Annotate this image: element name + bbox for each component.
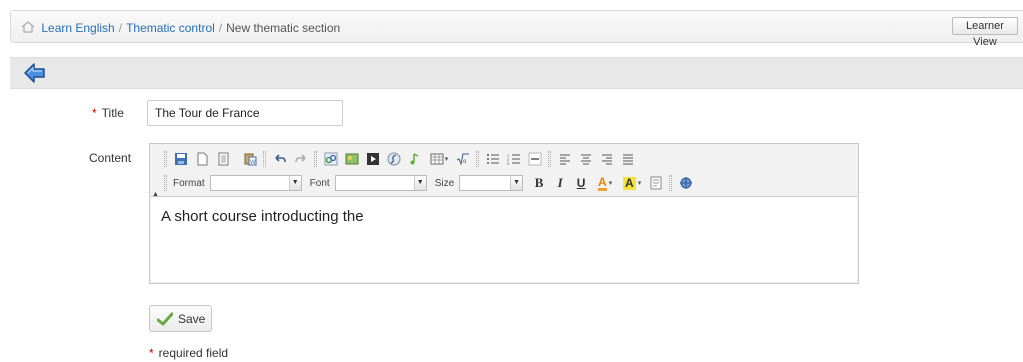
image-icon[interactable] bbox=[342, 149, 362, 169]
justify-icon[interactable] bbox=[618, 149, 638, 169]
svg-text:3: 3 bbox=[507, 161, 510, 166]
content-label: Content bbox=[89, 151, 132, 165]
chevron-down-icon: ▼ bbox=[510, 176, 523, 190]
chevron-down-icon: ▼ bbox=[413, 176, 426, 190]
learner-view-button[interactable]: Learner View bbox=[952, 17, 1018, 48]
breadcrumb-bar: Learn English / Thematic control / New thema… bbox=[10, 10, 1023, 43]
breadcrumb-separator: / bbox=[118, 21, 123, 35]
flash-icon[interactable] bbox=[384, 149, 404, 169]
source-icon[interactable] bbox=[646, 173, 666, 193]
background-color-button[interactable]: A ▾ bbox=[619, 173, 645, 193]
font-label: Font bbox=[309, 177, 330, 189]
align-right-icon[interactable] bbox=[597, 149, 617, 169]
bold-button[interactable]: B bbox=[529, 173, 549, 193]
editor-content-text: A short course introducting the bbox=[161, 208, 364, 225]
link-icon[interactable] bbox=[321, 149, 341, 169]
maximize-icon[interactable] bbox=[676, 173, 696, 193]
bulleted-list-icon[interactable] bbox=[483, 149, 503, 169]
table-icon[interactable]: ▾ bbox=[426, 149, 452, 169]
new-page-icon[interactable] bbox=[192, 149, 212, 169]
paste-word-icon[interactable]: W bbox=[240, 149, 260, 169]
action-bar bbox=[10, 57, 1023, 89]
math-formula-icon[interactable]: α bbox=[453, 149, 473, 169]
templates-icon[interactable] bbox=[213, 149, 233, 169]
save-icon[interactable] bbox=[171, 149, 191, 169]
format-select[interactable]: ▼ bbox=[209, 175, 302, 191]
text-color-icon: A bbox=[598, 174, 607, 191]
horizontal-rule-icon[interactable] bbox=[525, 149, 545, 169]
undo-icon[interactable] bbox=[270, 149, 290, 169]
svg-text:α: α bbox=[463, 159, 467, 165]
font-select[interactable]: ▼ bbox=[334, 175, 427, 191]
required-note-label: required field bbox=[158, 346, 229, 360]
required-marker: * bbox=[92, 106, 97, 120]
numbered-list-icon[interactable]: 123 bbox=[504, 149, 524, 169]
title-label: Title bbox=[101, 106, 124, 120]
save-label: Save bbox=[178, 311, 206, 326]
home-icon[interactable] bbox=[21, 21, 35, 33]
background-color-icon: A bbox=[623, 175, 636, 190]
redo-icon[interactable] bbox=[291, 149, 311, 169]
audio-icon[interactable] bbox=[405, 149, 425, 169]
required-marker: * bbox=[149, 346, 154, 360]
italic-button[interactable]: I bbox=[550, 173, 570, 193]
toolbar-grip bbox=[164, 151, 167, 167]
align-center-icon[interactable] bbox=[576, 149, 596, 169]
breadcrumb-separator: / bbox=[218, 21, 223, 35]
breadcrumb: Learn English / Thematic control / New thema… bbox=[21, 21, 340, 35]
title-label-row: * Title bbox=[92, 106, 124, 120]
chevron-down-icon: ▼ bbox=[288, 176, 301, 190]
rich-text-editor: W ▾ α 123 Format ▼ Font ▼ Size ▼ B I U A… bbox=[149, 143, 859, 284]
size-label: Size bbox=[434, 177, 455, 189]
video-icon[interactable] bbox=[363, 149, 383, 169]
editor-toolbar-row-1: W ▾ α 123 bbox=[162, 149, 639, 169]
size-select[interactable]: ▼ bbox=[459, 175, 524, 191]
save-button[interactable]: Save bbox=[149, 305, 212, 332]
breadcrumb-link-learn-english[interactable]: Learn English bbox=[41, 21, 114, 35]
editor-toolbar-row-2: Format ▼ Font ▼ Size ▼ B I U A ▾ A ▾ bbox=[162, 173, 697, 193]
editor-content-area[interactable]: A short course introducting the bbox=[151, 196, 857, 282]
format-label: Format bbox=[173, 177, 205, 189]
breadcrumb-link-thematic-control[interactable]: Thematic control bbox=[126, 21, 215, 35]
breadcrumb-current: New thematic section bbox=[226, 21, 341, 35]
title-input[interactable]: The Tour de France bbox=[147, 100, 343, 126]
text-color-button[interactable]: A ▾ bbox=[592, 173, 618, 193]
checkmark-icon bbox=[157, 312, 173, 325]
back-arrow-icon[interactable] bbox=[23, 62, 47, 84]
svg-text:W: W bbox=[250, 160, 256, 166]
underline-button[interactable]: U bbox=[571, 173, 591, 193]
required-field-note: * required field bbox=[149, 346, 228, 360]
align-left-icon[interactable] bbox=[555, 149, 575, 169]
